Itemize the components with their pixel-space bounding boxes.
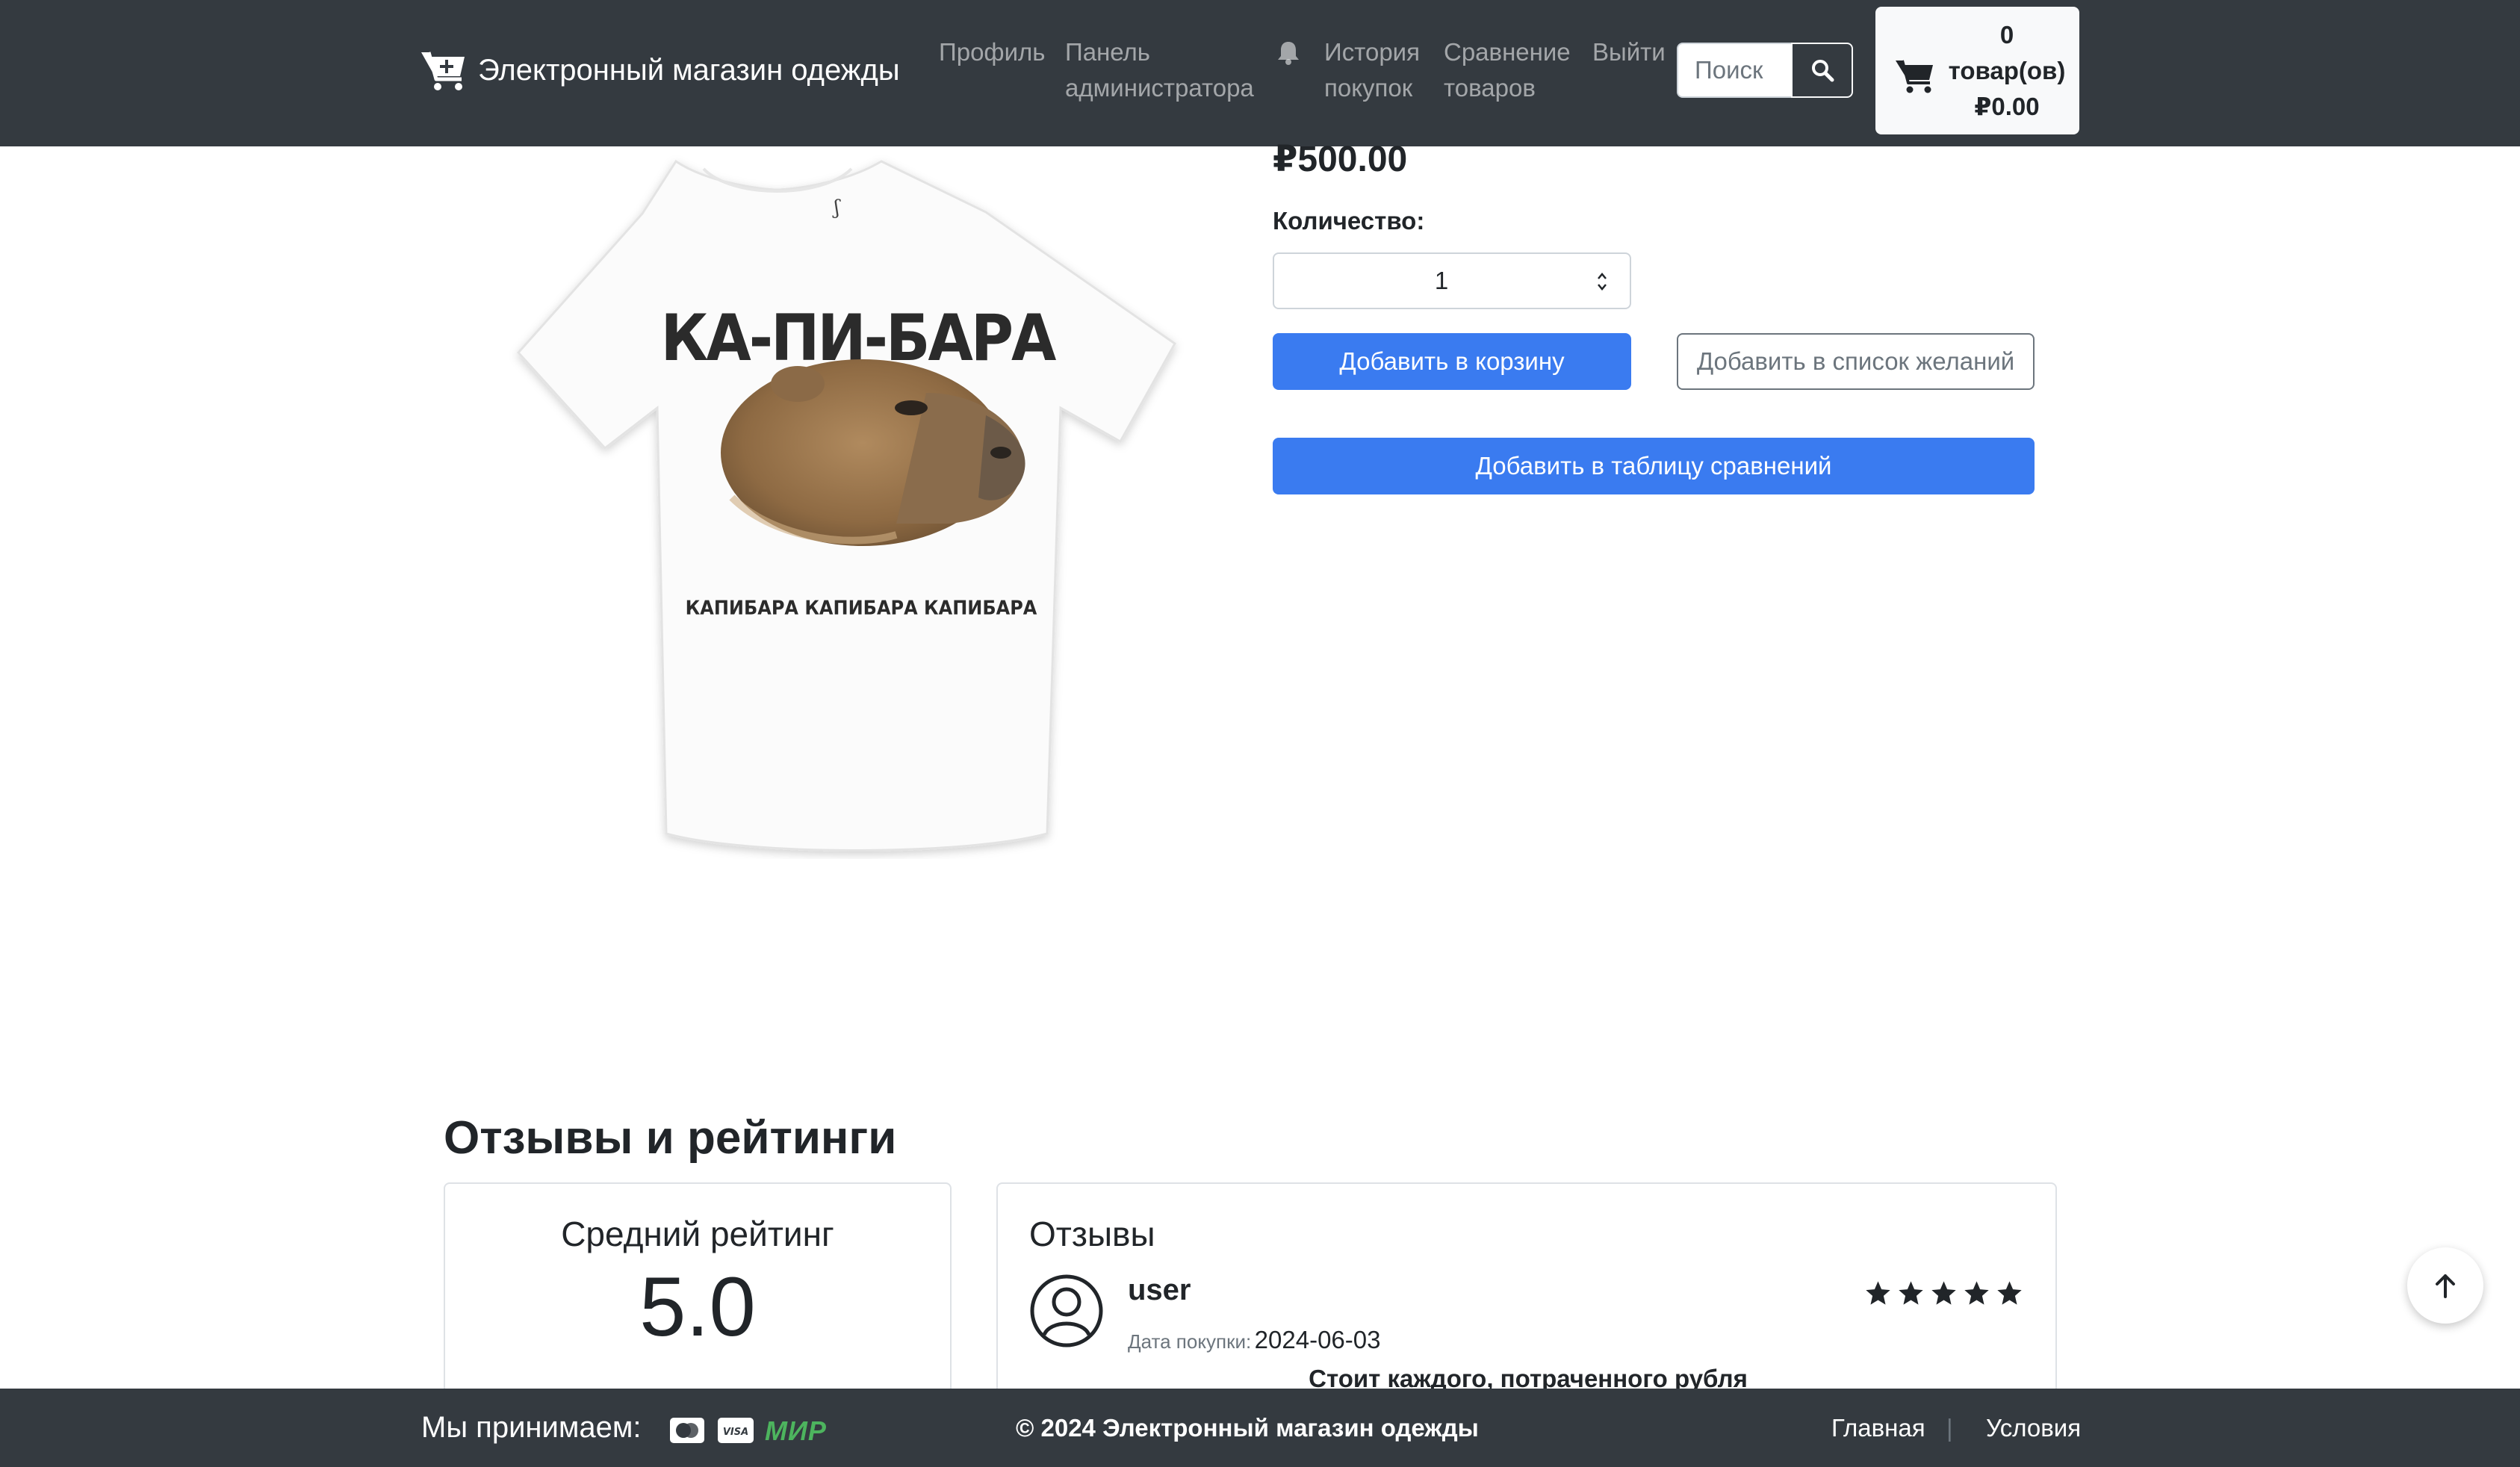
search-icon [1811,60,1834,82]
star-icon [1997,1281,2022,1305]
nav-profile[interactable]: Профиль [939,34,1045,70]
nav-logout[interactable]: Выйти [1592,34,1666,70]
cart-unit: товар(ов) [1948,57,2066,84]
footer-terms-link[interactable]: Условия [1986,1414,2081,1442]
cart-total: ₽0.00 [1974,93,2040,120]
review-rating-stars [1864,1280,2023,1307]
quantity-value: 1 [1434,267,1449,294]
nav-compare-label-line2: товаров [1444,74,1536,102]
brand-name: Электронный магазин одежды [478,54,900,87]
quantity-stepper[interactable]: 1 [1273,252,1631,309]
copyright-text: © 2024 Электронный магазин одежды [1016,1414,1479,1442]
stepper-arrows-icon[interactable] [1595,269,1609,294]
cart-plus-icon [421,52,465,90]
nav-profile-label: Профиль [939,38,1046,66]
brand-link[interactable]: Электронный магазин одежды [420,46,900,94]
nav-purchase-history[interactable]: История покупок [1324,34,1420,106]
bell-icon[interactable] [1275,39,1302,66]
nav-admin-label-line2: администратора [1065,74,1254,102]
footer: Мы принимаем: VISA МИР © 2024 Электронны… [0,1389,2520,1467]
cart-icon [1896,60,1933,93]
mir-icon: МИР [765,1415,827,1446]
nav-admin-panel[interactable]: Панель администратора [1065,34,1254,106]
add-to-compare-button[interactable]: Добавить в таблицу сравнений [1273,438,2035,494]
arrow-up-icon [2436,1274,2455,1298]
nav-history-label-line1: История [1324,38,1420,66]
reviews-section-title: Отзывы и рейтинги [444,1112,897,1164]
average-rating-title: Средний рейтинг [561,1215,834,1253]
user-avatar-icon [1030,1274,1103,1347]
nav-logout-label: Выйти [1592,38,1666,66]
star-icon [1866,1281,1890,1305]
review-purchase-date: Дата покупки: 2024-06-03 [1128,1326,1380,1354]
cart-count: 0 [1999,21,2014,49]
cart-summary-button[interactable]: 0 товар(ов) ₽0.00 [1875,7,2079,134]
svg-text:VISA: VISA [723,1427,748,1438]
search-input[interactable] [1677,43,1791,98]
mastercard-icon [670,1418,704,1443]
nav-admin-label-line1: Панель [1065,38,1151,66]
star-icon [1964,1281,1989,1305]
visa-icon: VISA [718,1418,754,1443]
star-icon [1899,1281,1923,1305]
payment-accept-label: Мы принимаем: [421,1411,642,1444]
navbar: Электронный магазин одежды Профиль Панел… [0,0,2520,146]
purchase-date-label: Дата покупки: [1128,1330,1252,1353]
nav-compare-label-line1: Сравнение [1444,38,1571,66]
nav-history-label-line2: покупок [1324,74,1413,102]
cart-summary-text: 0 товар(ов) ₽0.00 [1941,17,2073,125]
footer-link-separator: | [1946,1414,1953,1442]
search-form [1677,43,1853,98]
reviews-list-title: Отзывы [1029,1215,1155,1253]
shirt-caption-print: КАПИБАРА КАПИБАРА КАПИБАРА [686,597,1037,619]
product-image: ʃ КА-ПИ-БАРА КАПИБАРА КАПИБАРА КАПИБАРА [508,146,1195,859]
star-icon [1931,1281,1956,1305]
add-to-cart-button[interactable]: Добавить в корзину [1273,333,1631,390]
purchase-date-value: 2024-06-03 [1254,1326,1381,1353]
review-username: user [1128,1274,1191,1306]
product-price: ₽500.00 [1273,140,1408,179]
footer-home-link[interactable]: Главная [1831,1414,1925,1442]
search-button[interactable] [1791,43,1853,98]
scroll-to-top-button[interactable] [2407,1247,2483,1324]
average-rating-value: 5.0 [639,1260,756,1353]
quantity-label: Количество: [1273,207,1425,235]
add-to-wishlist-button[interactable]: Добавить в список желаний [1677,333,2035,390]
nav-compare-products[interactable]: Сравнение товаров [1444,34,1571,106]
